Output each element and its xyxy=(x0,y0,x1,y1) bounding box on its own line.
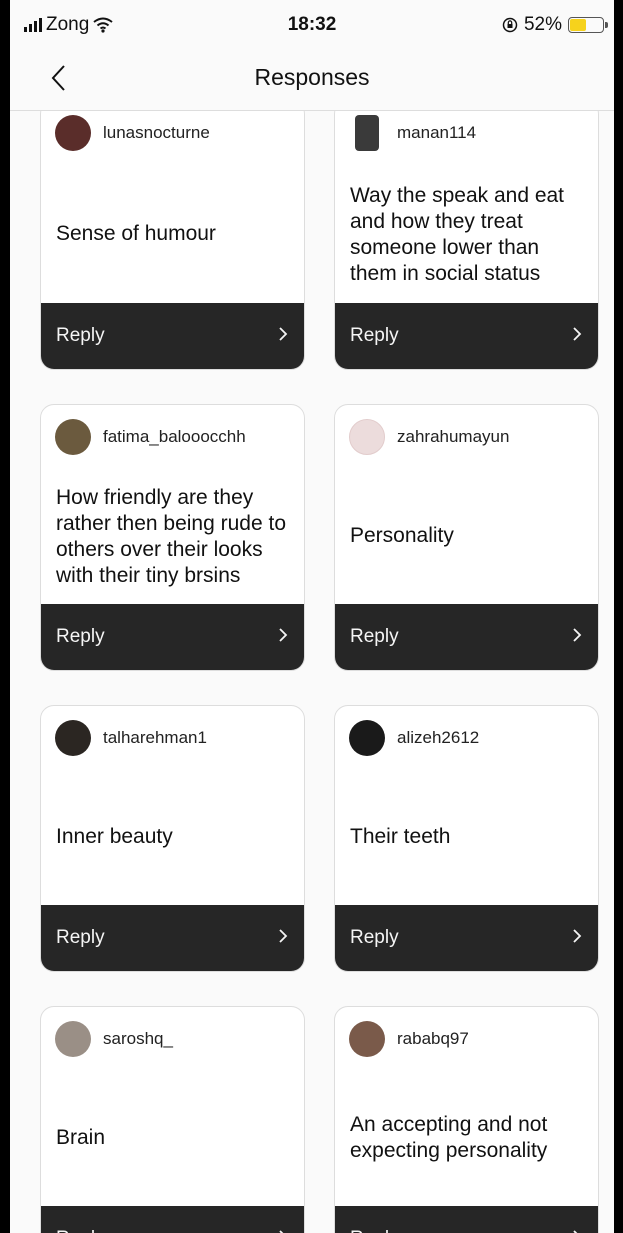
card-header: alizeh2612 xyxy=(349,720,479,756)
response-card: lunasnocturne Sense of humour Reply xyxy=(40,100,305,370)
reply-button[interactable]: Reply xyxy=(41,604,304,670)
response-text: Personality xyxy=(350,524,454,547)
reply-button[interactable]: Reply xyxy=(41,1206,304,1233)
chevron-right-icon xyxy=(279,929,288,943)
reply-label: Reply xyxy=(56,626,105,647)
response-text: Way the speak and eat and how they treat… xyxy=(350,184,565,285)
chevron-right-icon xyxy=(279,327,288,341)
status-bar: Zong 18:32 52% xyxy=(10,0,614,50)
reply-label: Reply xyxy=(350,1228,399,1233)
reply-button[interactable]: Reply xyxy=(41,303,304,369)
response-text: Their teeth xyxy=(350,825,451,848)
reply-button[interactable]: Reply xyxy=(335,604,598,670)
reply-button[interactable]: Reply xyxy=(335,905,598,971)
avatar[interactable] xyxy=(349,720,385,756)
card-header: rababq97 xyxy=(349,1021,469,1057)
chevron-right-icon xyxy=(573,929,582,943)
battery-percent: 52% xyxy=(523,14,562,35)
response-text: Sense of humour xyxy=(56,222,216,245)
username[interactable]: fatima_balooocchh xyxy=(103,427,246,447)
avatar[interactable] xyxy=(349,419,385,455)
response-text: Inner beauty xyxy=(56,825,173,848)
response-text: An accepting and not expecting personali… xyxy=(350,1113,548,1162)
card-header: saroshq_ xyxy=(55,1021,173,1057)
response-text: Brain xyxy=(56,1126,106,1149)
reply-label: Reply xyxy=(56,325,105,346)
card-header: fatima_balooocchh xyxy=(55,419,246,455)
reply-label: Reply xyxy=(350,626,399,647)
avatar[interactable] xyxy=(55,1021,91,1057)
chevron-right-icon xyxy=(573,628,582,642)
battery-icon xyxy=(568,17,608,33)
avatar[interactable] xyxy=(349,1021,385,1057)
reply-button[interactable]: Reply xyxy=(335,1206,598,1233)
reply-label: Reply xyxy=(350,325,399,346)
response-card: saroshq_ Brain Reply xyxy=(40,1006,305,1233)
responses-screen: lunasnocturne Sense of humour Reply mana… xyxy=(10,0,614,1233)
reply-button[interactable]: Reply xyxy=(41,905,304,971)
username[interactable]: talharehman1 xyxy=(103,728,207,748)
battery-group: 52% xyxy=(502,14,608,36)
chevron-right-icon xyxy=(573,1230,578,1233)
chevron-right-icon xyxy=(279,1230,284,1233)
response-card: zahrahumayun Personality Reply xyxy=(334,404,599,671)
nav-header: Responses xyxy=(10,50,614,111)
card-header: manan114 xyxy=(349,115,476,151)
chevron-right-icon xyxy=(573,327,582,341)
username[interactable]: rababq97 xyxy=(397,1029,469,1049)
avatar[interactable] xyxy=(355,115,379,151)
avatar[interactable] xyxy=(55,419,91,455)
username[interactable]: zahrahumayun xyxy=(397,427,509,447)
chevron-right-icon xyxy=(279,628,288,642)
avatar[interactable] xyxy=(55,115,91,151)
response-card: rababq97 An accepting and not expecting … xyxy=(334,1006,599,1233)
reply-label: Reply xyxy=(56,927,105,948)
card-header: talharehman1 xyxy=(55,720,207,756)
response-text: How friendly are they rather then being … xyxy=(56,486,286,587)
response-card: manan114 Way the speak and eat and how t… xyxy=(334,100,599,370)
responses-grid: lunasnocturne Sense of humour Reply mana… xyxy=(10,0,614,1233)
reply-button[interactable]: Reply xyxy=(335,303,598,369)
username[interactable]: saroshq_ xyxy=(103,1029,173,1049)
username[interactable]: alizeh2612 xyxy=(397,728,479,748)
response-card: fatima_balooocchh How friendly are they … xyxy=(40,404,305,671)
username[interactable]: lunasnocturne xyxy=(103,123,210,143)
orientation-lock-icon xyxy=(502,17,518,33)
username[interactable]: manan114 xyxy=(397,123,476,143)
avatar[interactable] xyxy=(55,720,91,756)
response-card: alizeh2612 Their teeth Reply xyxy=(334,705,599,972)
reply-label: Reply xyxy=(56,1228,105,1233)
page-title: Responses xyxy=(254,64,370,90)
reply-label: Reply xyxy=(350,927,399,948)
card-header: lunasnocturne xyxy=(55,115,210,151)
card-header: zahrahumayun xyxy=(349,419,509,455)
battery-fill xyxy=(570,19,586,31)
response-card: talharehman1 Inner beauty Reply xyxy=(40,705,305,972)
